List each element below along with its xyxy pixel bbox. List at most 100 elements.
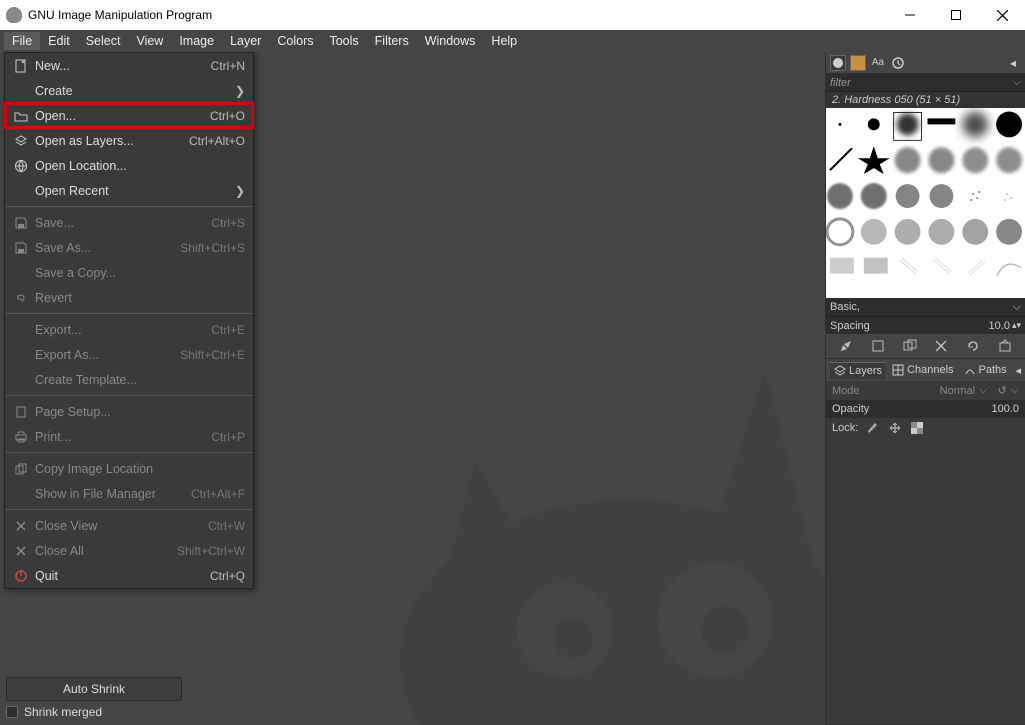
menu-item-label: Save... [35, 216, 211, 230]
menu-select[interactable]: Select [78, 32, 129, 50]
current-brush-label: 2. Hardness 050 (51 × 51) [826, 92, 1025, 108]
menu-item-close-view: Close ViewCtrl+W [5, 513, 253, 538]
mode-value[interactable]: Normal [940, 385, 975, 397]
menu-tools[interactable]: Tools [321, 32, 366, 50]
layers-dock: Layers Channels Paths ◂ Mode Normal ⌵ [826, 359, 1025, 725]
close-icon [13, 519, 29, 533]
lock-alpha-icon[interactable] [910, 421, 924, 435]
close-button[interactable] [979, 0, 1025, 30]
tab-paths[interactable]: Paths [960, 362, 1011, 378]
tab-layers[interactable]: Layers [830, 362, 886, 379]
opacity-value[interactable]: 100.0 [991, 403, 1019, 415]
configure-tab-icon[interactable]: ◂ [1005, 55, 1021, 71]
menu-item-label: Open Recent [35, 184, 235, 198]
menu-item-show-in-file-manager: Show in File ManagerCtrl+Alt+F [5, 481, 253, 506]
spacing-stepper-icon[interactable]: ▴▾ [1012, 320, 1021, 331]
menu-item-shortcut: Ctrl+P [211, 430, 245, 444]
brush-filter-input[interactable]: filter [830, 77, 851, 89]
menu-item-label: Revert [35, 291, 245, 305]
auto-shrink-button[interactable]: Auto Shrink [6, 677, 182, 701]
menu-separator [5, 509, 253, 510]
menu-item-quit[interactable]: QuitCtrl+Q [5, 563, 253, 588]
edit-brush-icon[interactable] [838, 338, 854, 354]
menu-filters[interactable]: Filters [367, 32, 417, 50]
maximize-button[interactable] [933, 0, 979, 30]
brushes-dock: Aa ◂ filter ⌵ 2. Hardness 050 (51 × 51) [826, 52, 1025, 359]
mode-label: Mode [832, 385, 860, 397]
menu-item-shortcut: Ctrl+S [211, 216, 245, 230]
new-brush-icon[interactable] [870, 338, 886, 354]
tab-brushes-icon[interactable] [830, 55, 846, 71]
menu-item-close-all: Close AllShift+Ctrl+W [5, 538, 253, 563]
menu-item-label: Close View [35, 519, 208, 533]
submenu-arrow-icon: ❯ [235, 84, 245, 98]
menu-item-open-recent[interactable]: Open Recent❯ [5, 178, 253, 203]
tab-history-icon[interactable] [890, 55, 906, 71]
menu-item-shortcut: Ctrl+Alt+O [189, 134, 245, 148]
mode-switch-icon[interactable]: ↺ [997, 384, 1006, 397]
tab-channels[interactable]: Channels [888, 362, 957, 378]
menu-item-shortcut: Ctrl+W [208, 519, 245, 533]
menu-item-shortcut: Shift+Ctrl+E [180, 348, 245, 362]
spacing-label: Spacing [830, 320, 870, 332]
menu-item-shortcut: Shift+Ctrl+W [177, 544, 245, 558]
tool-options-panel: Auto Shrink Shrink merged [6, 677, 182, 719]
lock-position-icon[interactable] [888, 421, 902, 435]
tab-fonts-icon[interactable]: Aa [870, 55, 886, 71]
open-as-image-icon[interactable] [997, 338, 1013, 354]
menu-item-shortcut: Ctrl+Q [210, 569, 245, 583]
shrink-merged-checkbox[interactable] [6, 706, 18, 718]
menu-layer[interactable]: Layer [222, 32, 269, 50]
configure-layers-tab-icon[interactable]: ◂ [1015, 364, 1021, 377]
menu-item-open-location[interactable]: Open Location... [5, 153, 253, 178]
menu-item-label: Create Template... [35, 373, 245, 387]
menu-item-label: Save a Copy... [35, 266, 245, 280]
brush-grid[interactable] [826, 108, 1025, 298]
revert-icon [13, 291, 29, 305]
menu-view[interactable]: View [128, 32, 171, 50]
menu-item-copy-image-location: Copy Image Location [5, 456, 253, 481]
new-icon [13, 59, 29, 73]
menu-item-label: Print... [35, 430, 211, 444]
mode-dropdown-icon[interactable]: ⌵ [979, 384, 987, 397]
menu-item-new[interactable]: New...Ctrl+N [5, 53, 253, 78]
page-icon [13, 405, 29, 419]
menu-image[interactable]: Image [171, 32, 222, 50]
refresh-brushes-icon[interactable] [965, 338, 981, 354]
menu-edit[interactable]: Edit [40, 32, 78, 50]
menu-item-shortcut: Shift+Ctrl+S [180, 241, 245, 255]
layers-list[interactable] [826, 438, 1025, 724]
brush-category-label[interactable]: Basic, [830, 301, 860, 313]
tab-patterns-icon[interactable] [850, 55, 866, 71]
menu-item-label: New... [35, 59, 211, 73]
menu-item-save: Save...Ctrl+S [5, 210, 253, 235]
menu-item-create[interactable]: Create❯ [5, 78, 253, 103]
menu-separator [5, 206, 253, 207]
wilber-watermark [355, 290, 825, 725]
menu-item-label: Page Setup... [35, 405, 245, 419]
category-dropdown-icon[interactable]: ⌵ [1013, 301, 1021, 314]
copy-icon [13, 462, 29, 476]
menu-item-shortcut: Ctrl+Alt+F [191, 487, 245, 501]
filter-dropdown-icon[interactable]: ⌵ [1013, 76, 1021, 89]
shrink-merged-label: Shrink merged [24, 705, 102, 719]
menu-item-export-as: Export As...Shift+Ctrl+E [5, 342, 253, 367]
menu-windows[interactable]: Windows [417, 32, 484, 50]
submenu-arrow-icon: ❯ [235, 184, 245, 198]
duplicate-brush-icon[interactable] [902, 338, 918, 354]
lock-pixels-icon[interactable] [866, 421, 880, 435]
menu-item-open-as-layers[interactable]: Open as Layers...Ctrl+Alt+O [5, 128, 253, 153]
menu-separator [5, 313, 253, 314]
menu-item-print: Print...Ctrl+P [5, 424, 253, 449]
quit-icon [13, 569, 29, 583]
menu-item-shortcut: Ctrl+E [211, 323, 245, 337]
menu-item-label: Close All [35, 544, 177, 558]
menu-item-open[interactable]: Open...Ctrl+O [5, 103, 253, 128]
spacing-value[interactable]: 10.0 [989, 320, 1010, 332]
mode-switch-dropdown-icon[interactable]: ⌵ [1011, 384, 1019, 397]
menu-colors[interactable]: Colors [269, 32, 321, 50]
minimize-button[interactable] [887, 0, 933, 30]
menu-help[interactable]: Help [483, 32, 525, 50]
menu-file[interactable]: File [4, 32, 40, 50]
delete-brush-icon[interactable] [933, 338, 949, 354]
